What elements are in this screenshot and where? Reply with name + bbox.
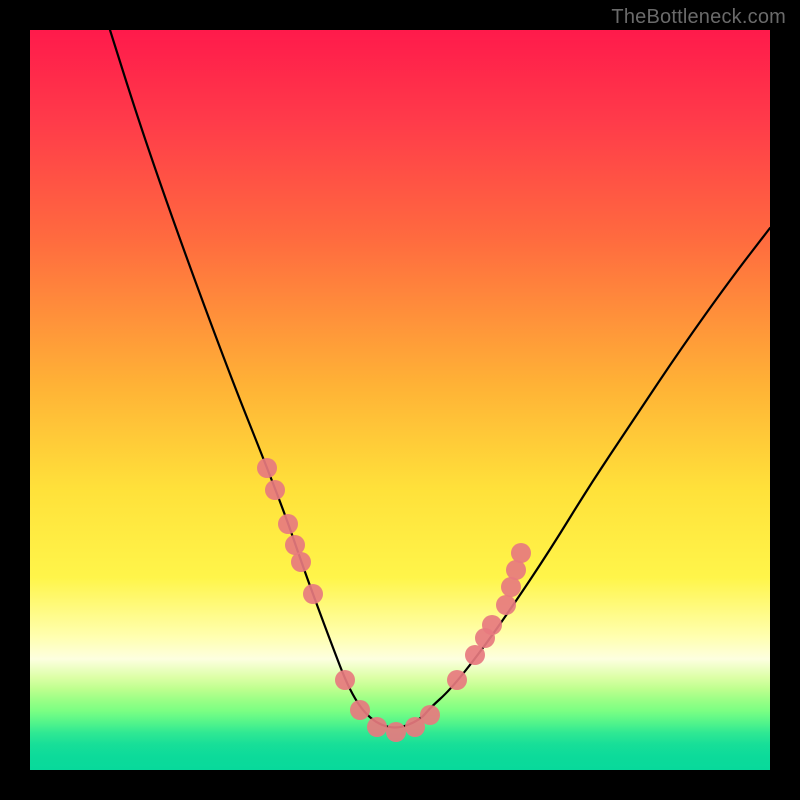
marker-dot (335, 670, 355, 690)
marker-dot (482, 615, 502, 635)
marker-dot (501, 577, 521, 597)
marker-dot (367, 717, 387, 737)
marker-dot (496, 595, 516, 615)
marker-dot (465, 645, 485, 665)
marker-dot (303, 584, 323, 604)
chart-stage: TheBottleneck.com (0, 0, 800, 800)
marker-dot (285, 535, 305, 555)
marker-dot (265, 480, 285, 500)
marker-dots (257, 458, 531, 742)
chart-svg (30, 30, 770, 770)
marker-dot (257, 458, 277, 478)
marker-dot (511, 543, 531, 563)
marker-dot (278, 514, 298, 534)
marker-dot (447, 670, 467, 690)
marker-dot (291, 552, 311, 572)
plot-area (30, 30, 770, 770)
bottleneck-curve (110, 30, 770, 728)
marker-dot (420, 705, 440, 725)
marker-dot (386, 722, 406, 742)
marker-dot (506, 560, 526, 580)
watermark-text: TheBottleneck.com (611, 6, 786, 29)
marker-dot (350, 700, 370, 720)
